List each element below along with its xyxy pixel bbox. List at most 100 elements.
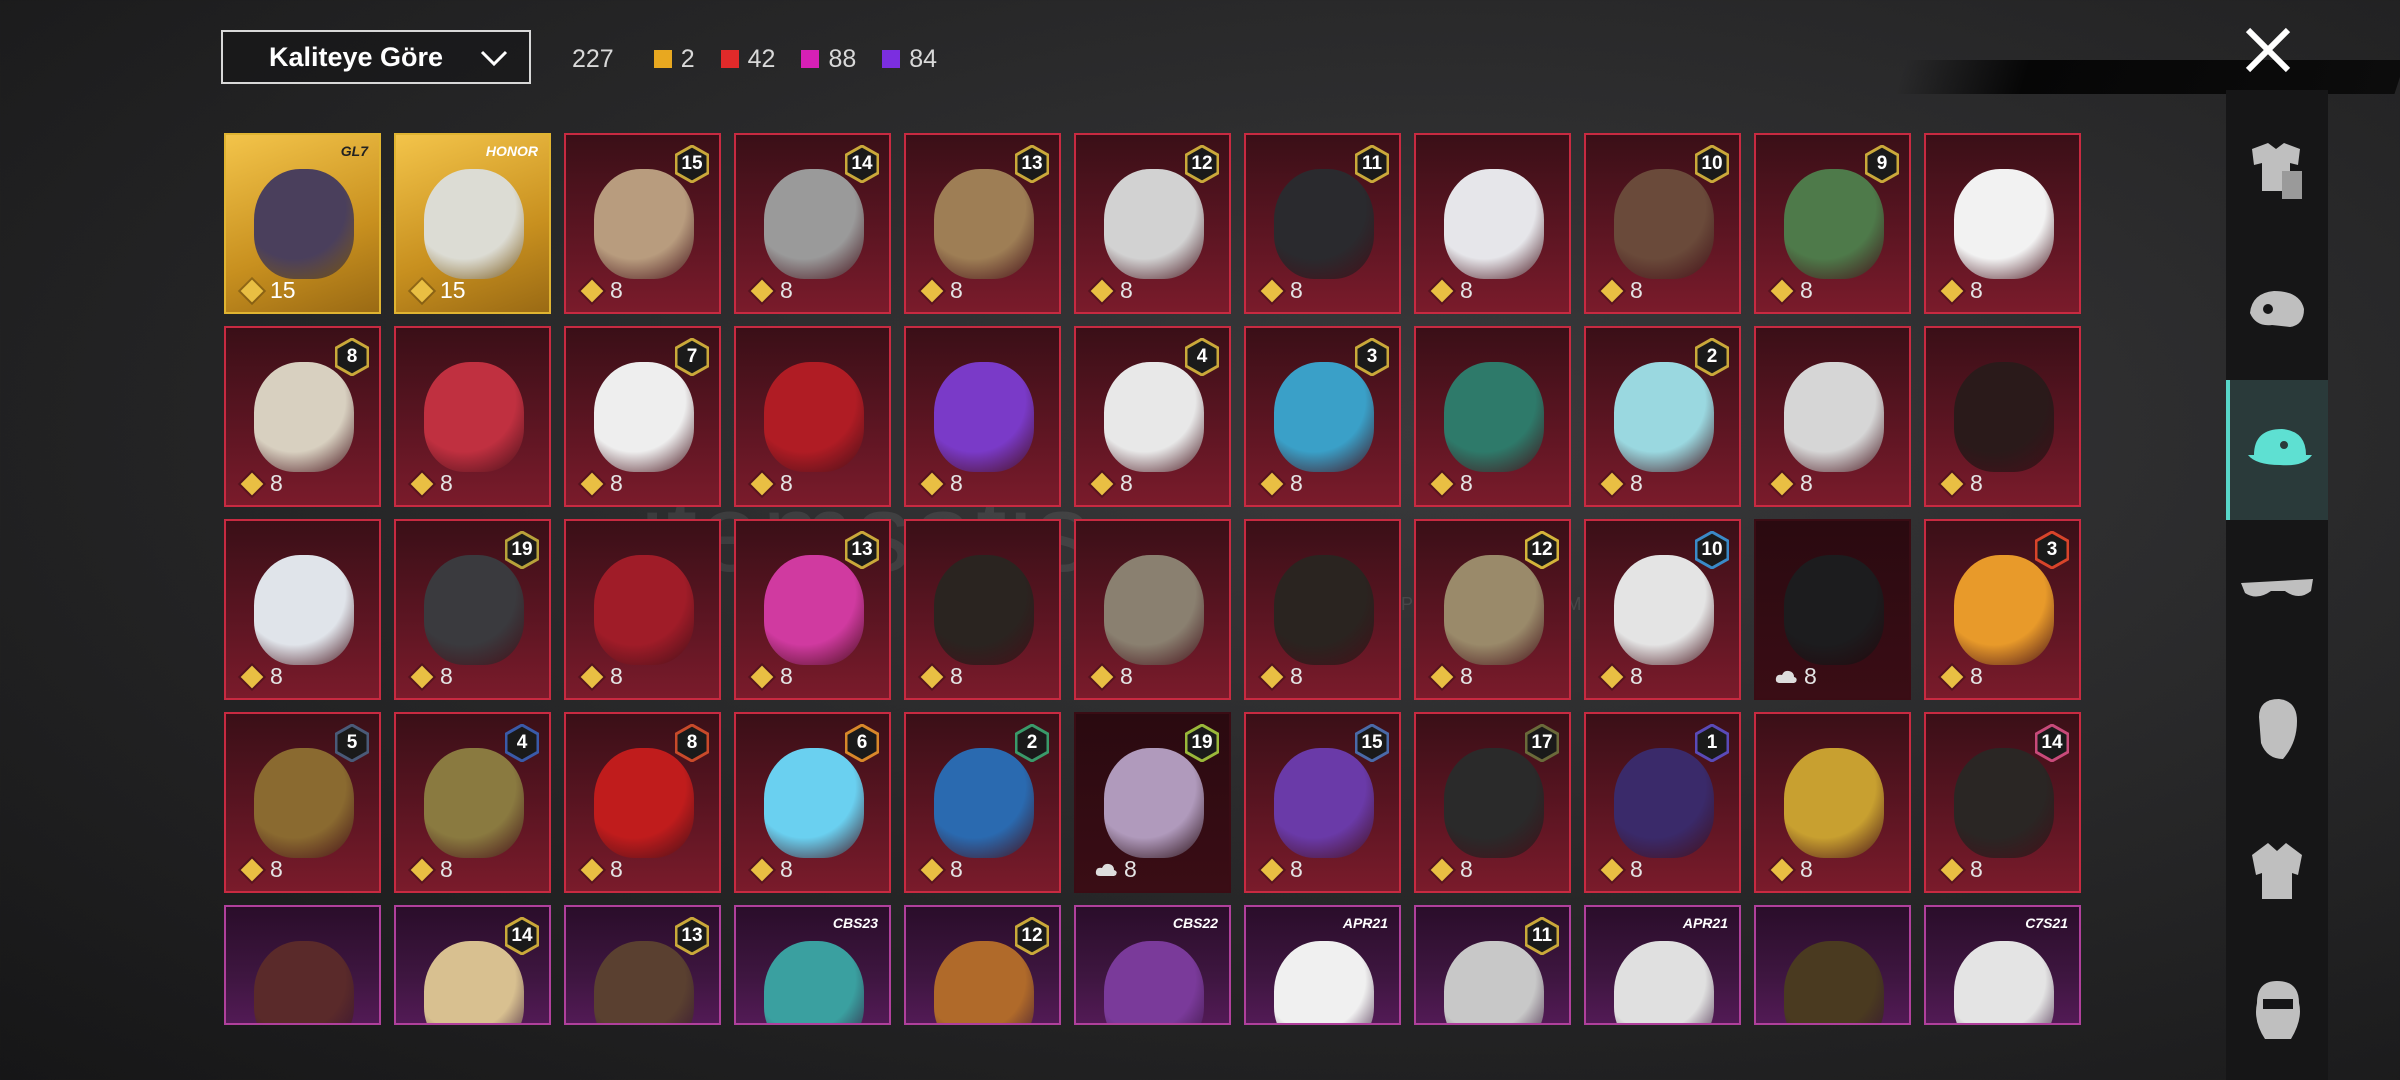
- item-card[interactable]: CBS22: [1074, 905, 1231, 1025]
- item-card[interactable]: 88: [224, 326, 381, 507]
- item-card[interactable]: 18: [1584, 712, 1741, 893]
- item-value: 8: [580, 470, 623, 497]
- sidebar-item-jacket[interactable]: [2226, 800, 2328, 940]
- item-card[interactable]: GL7 15: [224, 133, 381, 314]
- item-value-number: 8: [780, 470, 793, 496]
- item-value-number: 8: [610, 856, 623, 882]
- item-card[interactable]: 8: [1754, 712, 1911, 893]
- item-image: [1274, 362, 1374, 472]
- item-card[interactable]: [1754, 905, 1911, 1025]
- diamond-icon: [240, 279, 264, 302]
- item-card[interactable]: 14 8: [734, 133, 891, 314]
- item-card[interactable]: 8: [1924, 133, 2081, 314]
- item-card[interactable]: 15 8: [564, 133, 721, 314]
- level-badge: 13: [1015, 145, 1049, 183]
- item-card[interactable]: 28: [904, 712, 1061, 893]
- item-card[interactable]: 10 8: [1584, 133, 1741, 314]
- item-card[interactable]: 48: [1074, 326, 1231, 507]
- item-card[interactable]: 12 8: [1414, 519, 1571, 700]
- item-card[interactable]: 13 8: [904, 133, 1061, 314]
- item-card[interactable]: 14 8: [1924, 712, 2081, 893]
- item-card[interactable]: 15 8: [1244, 712, 1401, 893]
- sort-dropdown[interactable]: Kaliteye Göre: [221, 30, 531, 84]
- item-card[interactable]: 13 8: [734, 519, 891, 700]
- item-card[interactable]: 8: [904, 326, 1061, 507]
- item-value: 8: [750, 470, 793, 497]
- item-card[interactable]: HONOR 15: [394, 133, 551, 314]
- item-value-number: 8: [950, 856, 963, 882]
- item-image: [1784, 169, 1884, 279]
- legendary-swatch: [653, 50, 672, 68]
- item-card[interactable]: 78: [564, 326, 721, 507]
- item-card[interactable]: 8: [224, 519, 381, 700]
- item-card[interactable]: 8: [904, 519, 1061, 700]
- item-card[interactable]: 17 8: [1414, 712, 1571, 893]
- item-card[interactable]: 8: [1414, 133, 1571, 314]
- cloud-icon: [1775, 670, 1797, 683]
- item-card[interactable]: CBS23: [734, 905, 891, 1025]
- sidebar-item-face[interactable]: [2226, 660, 2328, 800]
- item-card[interactable]: 8: [394, 326, 551, 507]
- level-badge: 10: [1695, 145, 1729, 183]
- sidebar-item-mask[interactable]: [2226, 240, 2328, 380]
- level-badge-value: 15: [681, 153, 703, 174]
- item-card[interactable]: 13: [564, 905, 721, 1025]
- level-badge-value: 4: [516, 732, 528, 753]
- item-value: 8: [1940, 856, 1983, 883]
- item-card[interactable]: 8: [734, 326, 891, 507]
- item-value-number: 8: [1800, 470, 1813, 496]
- item-card[interactable]: 19 8: [394, 519, 551, 700]
- item-card[interactable]: 10 8: [1584, 519, 1741, 700]
- item-card[interactable]: 12: [904, 905, 1061, 1025]
- close-button[interactable]: [2236, 18, 2300, 82]
- item-value-number: 8: [270, 663, 283, 689]
- item-card[interactable]: 8: [564, 519, 721, 700]
- item-card[interactable]: 68: [734, 712, 891, 893]
- item-value-number: 8: [1460, 470, 1473, 496]
- item-card[interactable]: 8: [1244, 519, 1401, 700]
- item-card[interactable]: APR21: [1244, 905, 1401, 1025]
- diamond-icon: [580, 665, 604, 688]
- item-card[interactable]: 8: [1074, 519, 1231, 700]
- item-card[interactable]: 19 8: [1074, 712, 1231, 893]
- item-value: 8: [1430, 470, 1473, 497]
- item-card[interactable]: [224, 905, 381, 1025]
- diamond-icon: [920, 665, 944, 688]
- item-card[interactable]: 8: [1924, 326, 2081, 507]
- item-card[interactable]: 48: [394, 712, 551, 893]
- outfit-icon: [2252, 143, 2302, 199]
- item-card[interactable]: 8: [1414, 326, 1571, 507]
- item-card[interactable]: 14: [394, 905, 551, 1025]
- item-card[interactable]: C7S21: [1924, 905, 2081, 1025]
- item-image: [1274, 169, 1374, 279]
- item-card[interactable]: 98: [1754, 133, 1911, 314]
- item-card[interactable]: 88: [564, 712, 721, 893]
- item-card[interactable]: 8: [1754, 519, 1911, 700]
- sidebar-item-headwear[interactable]: [2226, 380, 2328, 520]
- item-image: [764, 169, 864, 279]
- sidebar-item-glasses[interactable]: [2226, 520, 2328, 660]
- item-card[interactable]: 38: [1924, 519, 2081, 700]
- item-value: 8: [1600, 277, 1643, 304]
- item-value-number: 8: [1120, 277, 1133, 303]
- mythic-swatch: [720, 50, 739, 68]
- item-value-number: 8: [1124, 856, 1137, 882]
- item-card[interactable]: 11 8: [1244, 133, 1401, 314]
- item-card[interactable]: 12 8: [1074, 133, 1231, 314]
- sidebar-item-emote[interactable]: [2226, 940, 2328, 1080]
- category-sidebar: [2226, 90, 2328, 1080]
- item-card[interactable]: 38: [1244, 326, 1401, 507]
- level-badge: 15: [1355, 724, 1389, 762]
- level-badge-value: 3: [1366, 346, 1378, 367]
- item-card[interactable]: 58: [224, 712, 381, 893]
- level-badge: 19: [1185, 724, 1219, 762]
- item-card[interactable]: 8: [1754, 326, 1911, 507]
- diamond-icon: [1940, 665, 1964, 688]
- item-image: [934, 748, 1034, 858]
- item-card[interactable]: 11: [1414, 905, 1571, 1025]
- item-card[interactable]: APR21: [1584, 905, 1741, 1025]
- sidebar-item-outfit[interactable]: [2226, 100, 2328, 240]
- item-card[interactable]: 28: [1584, 326, 1741, 507]
- item-value: 15: [410, 277, 466, 304]
- count-legendary: 2: [653, 45, 695, 74]
